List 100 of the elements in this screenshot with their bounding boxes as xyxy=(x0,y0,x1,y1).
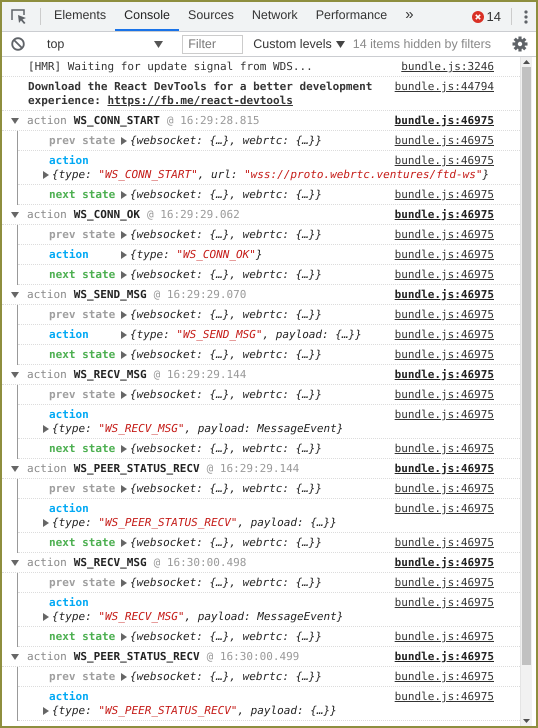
source-link[interactable]: bundle.js:3246 xyxy=(393,60,494,74)
expand-arrow-icon[interactable] xyxy=(120,351,128,359)
expand-arrow-icon[interactable] xyxy=(42,613,50,621)
source-link[interactable]: bundle.js:46975 xyxy=(386,408,494,422)
entry-label: prev state xyxy=(49,576,116,590)
collapse-arrow-icon[interactable] xyxy=(11,291,19,299)
source-link[interactable]: bundle.js:44794 xyxy=(386,80,494,108)
expand-arrow-icon[interactable] xyxy=(42,519,50,527)
object-preview[interactable]: {type: "WS_RECV_MSG", payload: MessageEvent} xyxy=(52,610,344,624)
entry-label: prev state xyxy=(49,482,116,496)
collapse-arrow-icon[interactable] xyxy=(11,559,19,567)
object-preview[interactable]: {websocket: {…}, webrtc: {…}} xyxy=(130,482,322,496)
expand-arrow-icon[interactable] xyxy=(42,425,50,433)
more-tabs-button[interactable]: » xyxy=(396,2,423,31)
object-preview[interactable]: {type: "WS_RECV_MSG", payload: MessageEvent} xyxy=(52,422,344,436)
source-link[interactable]: bundle.js:46975 xyxy=(386,134,494,148)
object-preview[interactable]: {type: "WS_PEER_STATUS_RECV", payload: {…}} xyxy=(52,516,337,530)
entry-label: action xyxy=(49,154,90,168)
scrollbar[interactable] xyxy=(520,57,532,726)
source-link[interactable]: bundle.js:46975 xyxy=(386,442,494,456)
source-link[interactable]: bundle.js:46975 xyxy=(386,268,494,282)
source-link[interactable]: bundle.js:46975 xyxy=(386,556,494,570)
object-preview[interactable]: {websocket: {…}, webrtc: {…}} xyxy=(130,188,322,202)
expand-arrow-icon[interactable] xyxy=(120,445,128,453)
expand-arrow-icon[interactable] xyxy=(120,271,128,279)
source-link[interactable]: bundle.js:46975 xyxy=(386,288,494,302)
object-preview[interactable]: {websocket: {…}, webrtc: {…}} xyxy=(130,134,322,148)
error-count[interactable]: 14 xyxy=(486,6,501,26)
expand-arrow-icon[interactable] xyxy=(120,485,128,493)
object-preview[interactable]: {type: "WS_PEER_STATUS_RECV", payload: {…}} xyxy=(52,704,337,718)
expand-arrow-icon[interactable] xyxy=(120,251,128,259)
collapse-arrow-icon[interactable] xyxy=(11,117,19,125)
source-link[interactable]: bundle.js:46975 xyxy=(386,690,494,704)
source-link[interactable]: bundle.js:46975 xyxy=(386,502,494,516)
action-type: WS_CONN_OK xyxy=(74,208,140,222)
source-link[interactable]: bundle.js:46975 xyxy=(386,596,494,610)
expand-arrow-icon[interactable] xyxy=(120,311,128,319)
source-link[interactable]: bundle.js:46975 xyxy=(386,536,494,550)
expand-arrow-icon[interactable] xyxy=(120,137,128,145)
object-preview[interactable]: {websocket: {…}, webrtc: {…}} xyxy=(130,442,322,456)
scrollbar-thumb[interactable] xyxy=(522,67,531,665)
source-link[interactable]: bundle.js:46975 xyxy=(386,308,494,322)
panel-tab[interactable]: Sources xyxy=(178,2,243,31)
collapse-arrow-icon[interactable] xyxy=(11,371,19,379)
object-preview[interactable]: {websocket: {…}, webrtc: {…}} xyxy=(130,348,322,362)
object-preview[interactable]: {websocket: {…}, webrtc: {…}} xyxy=(130,388,322,402)
object-preview[interactable]: {type: "WS_SEND_MSG", payload: {…}} xyxy=(130,328,362,342)
object-preview[interactable]: {websocket: {…}, webrtc: {…}} xyxy=(130,630,322,644)
collapse-arrow-icon[interactable] xyxy=(11,653,19,661)
source-link[interactable]: bundle.js:46975 xyxy=(386,670,494,684)
entry-label: next state xyxy=(49,268,116,282)
object-preview[interactable]: {websocket: {…}, webrtc: {…}} xyxy=(130,670,322,684)
timestamp: @ 16:29:29.062 xyxy=(146,208,240,222)
source-link[interactable]: bundle.js:46975 xyxy=(386,228,494,242)
error-icon xyxy=(472,10,484,22)
filter-field[interactable]: Filter xyxy=(182,34,244,54)
object-preview[interactable]: {websocket: {…}, webrtc: {…}} xyxy=(130,576,322,590)
log-levels-dropdown[interactable]: Custom levels xyxy=(249,34,349,54)
source-link[interactable]: bundle.js:46975 xyxy=(386,248,494,262)
source-link[interactable]: bundle.js:46975 xyxy=(386,208,494,222)
expand-arrow-icon[interactable] xyxy=(120,331,128,339)
expand-arrow-icon[interactable] xyxy=(120,231,128,239)
object-preview[interactable]: {type: "WS_CONN_OK"} xyxy=(130,248,262,262)
collapse-arrow-icon[interactable] xyxy=(11,465,19,473)
expand-arrow-icon[interactable] xyxy=(42,707,50,715)
entry-label: prev state xyxy=(49,670,116,684)
source-link[interactable]: bundle.js:46975 xyxy=(386,114,494,128)
expand-arrow-icon[interactable] xyxy=(120,539,128,547)
devtools-link[interactable]: https://fb.me/react-devtools xyxy=(107,94,293,107)
group-label: action xyxy=(27,556,67,570)
collapse-arrow-icon[interactable] xyxy=(11,211,19,219)
more-menu-icon xyxy=(524,10,528,24)
object-preview[interactable]: {websocket: {…}, webrtc: {…}} xyxy=(130,536,322,550)
expand-arrow-icon[interactable] xyxy=(120,633,128,641)
context-selector[interactable]: top xyxy=(42,34,168,54)
source-link[interactable]: bundle.js:46975 xyxy=(386,154,494,168)
object-preview[interactable]: {websocket: {…}, webrtc: {…}} xyxy=(130,268,322,282)
source-link[interactable]: bundle.js:46975 xyxy=(386,630,494,644)
object-preview[interactable]: {type: "WS_CONN_START", url: "wss://proto.webrtc.ventures/ftd-ws"} xyxy=(52,168,490,182)
source-link[interactable]: bundle.js:46975 xyxy=(386,348,494,362)
panel-tab[interactable]: Network xyxy=(242,2,307,31)
source-link[interactable]: bundle.js:46975 xyxy=(386,462,494,476)
source-link[interactable]: bundle.js:46975 xyxy=(386,328,494,342)
entry-label: action xyxy=(49,596,90,610)
entry-label: next state xyxy=(49,536,116,550)
source-link[interactable]: bundle.js:46975 xyxy=(386,482,494,496)
source-link[interactable]: bundle.js:46975 xyxy=(386,188,494,202)
source-link[interactable]: bundle.js:46975 xyxy=(386,368,494,382)
source-link[interactable]: bundle.js:46975 xyxy=(386,388,494,402)
panel-tab[interactable]: Elements xyxy=(45,2,116,31)
source-link[interactable]: bundle.js:46975 xyxy=(386,650,494,664)
expand-arrow-icon[interactable] xyxy=(42,171,50,179)
object-preview[interactable]: {websocket: {…}, webrtc: {…}} xyxy=(130,228,322,242)
expand-arrow-icon[interactable] xyxy=(120,391,128,399)
panel-tab[interactable]: Performance xyxy=(306,2,396,31)
object-preview[interactable]: {websocket: {…}, webrtc: {…}} xyxy=(130,308,322,322)
source-link[interactable]: bundle.js:46975 xyxy=(386,576,494,590)
expand-arrow-icon[interactable] xyxy=(120,673,128,681)
expand-arrow-icon[interactable] xyxy=(120,579,128,587)
expand-arrow-icon[interactable] xyxy=(120,191,128,199)
